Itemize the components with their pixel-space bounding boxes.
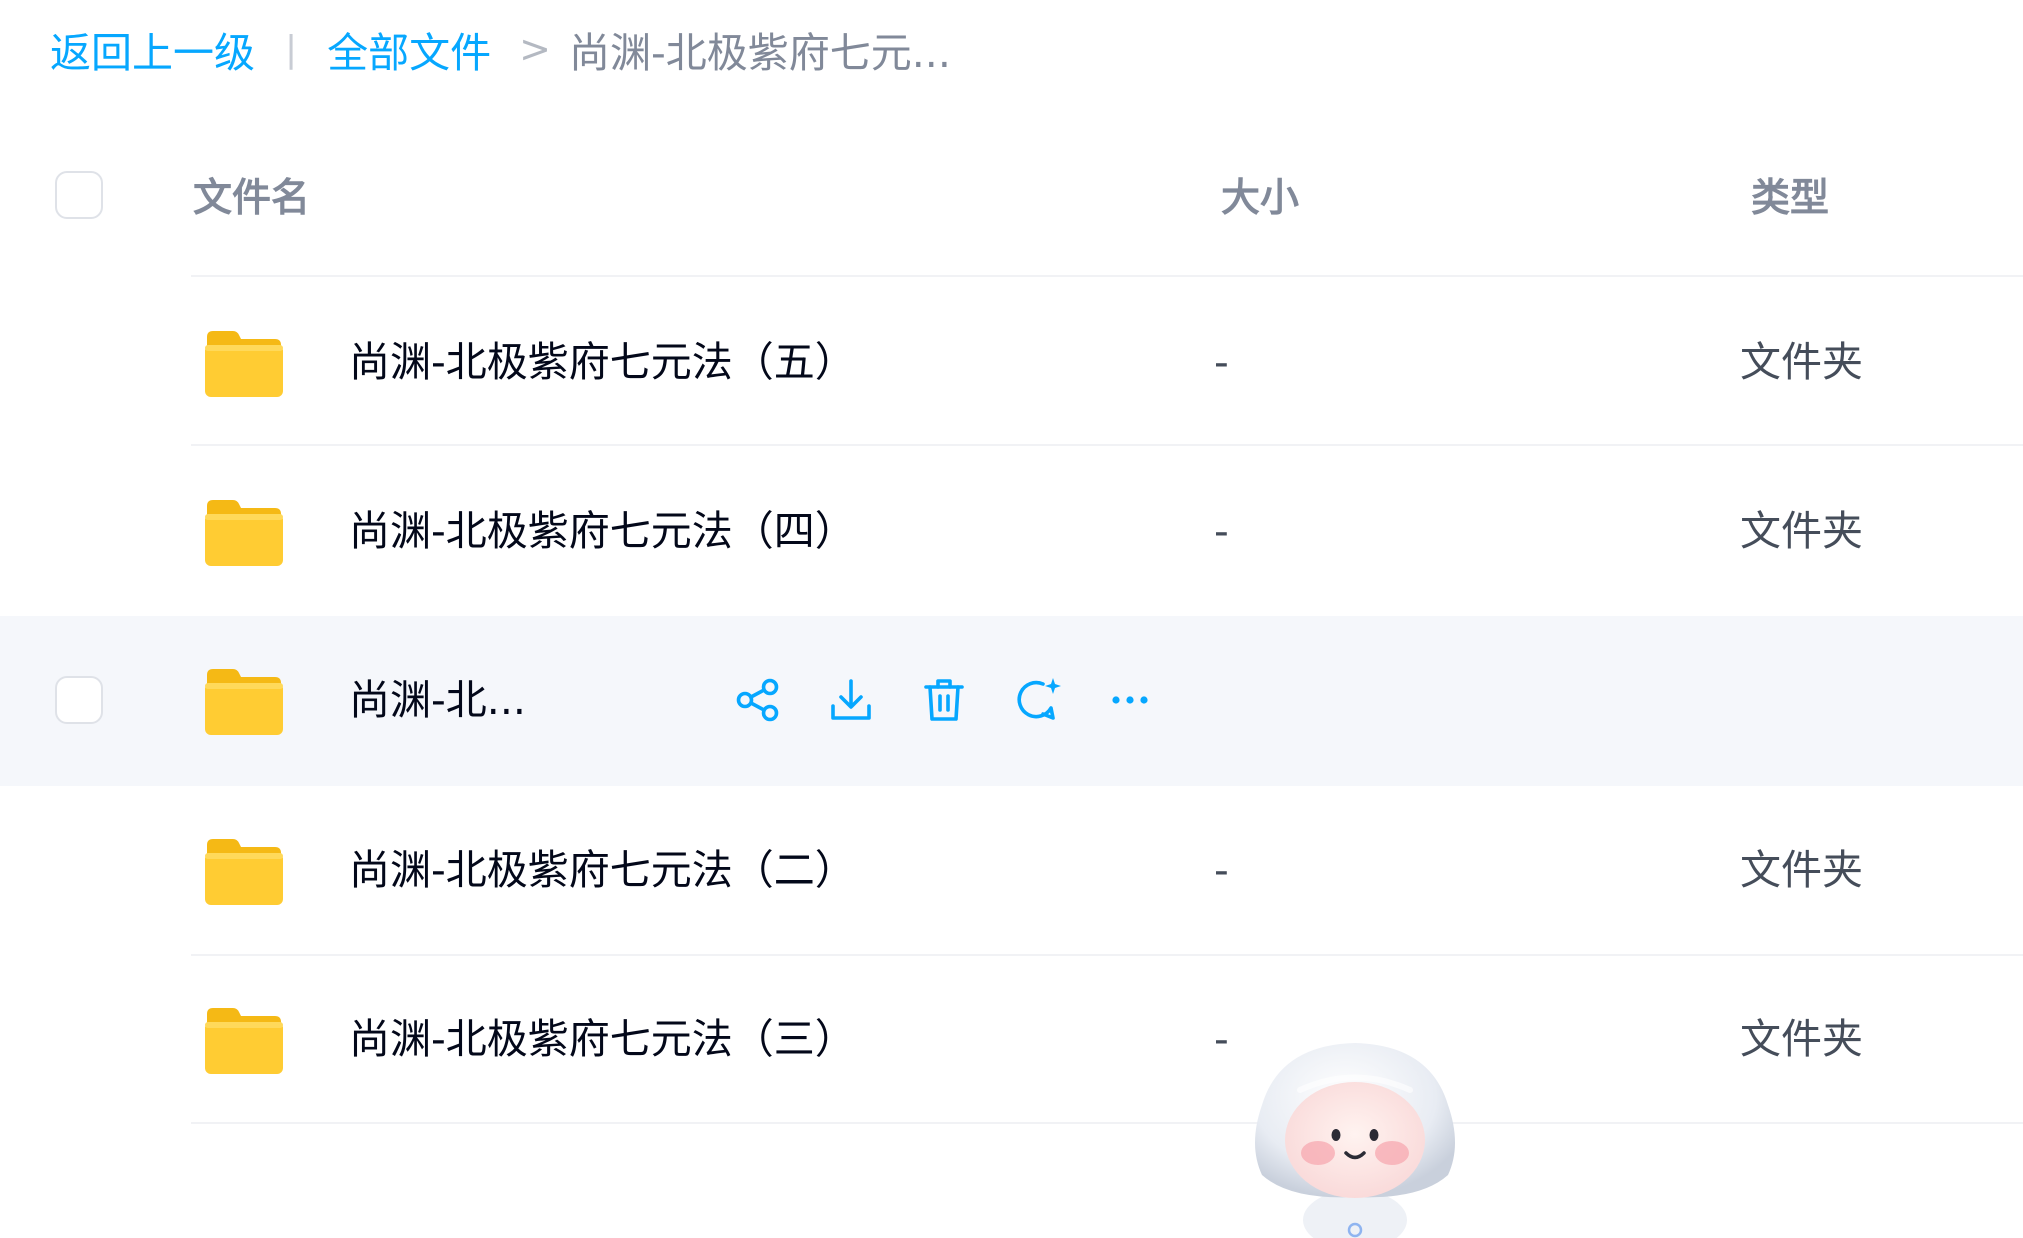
row-divider [191, 1122, 2023, 1124]
back-link[interactable]: 返回上一级 [50, 19, 255, 79]
folder-icon [205, 1008, 283, 1074]
row-checkbox[interactable] [55, 676, 103, 724]
breadcrumb-arrow: > [519, 27, 551, 71]
delete-icon [924, 679, 964, 721]
assistant-mascot-icon[interactable] [1240, 1025, 1470, 1238]
folder-icon [205, 500, 283, 566]
column-header-type[interactable]: 类型 [1751, 160, 1829, 230]
column-header-name[interactable]: 文件名 [193, 160, 310, 230]
file-name[interactable]: 尚渊-北极紫府七元法（五） [349, 328, 856, 396]
share-button[interactable] [730, 672, 786, 728]
delete-button[interactable] [916, 672, 972, 728]
table-row-hovered[interactable]: 尚渊-北... [0, 616, 2023, 786]
file-name[interactable]: 尚渊-北极紫府七元法（三） [349, 1005, 856, 1073]
folder-icon [205, 669, 283, 735]
more-button[interactable] [1102, 672, 1158, 728]
table-row[interactable]: 尚渊-北极紫府七元法（四） - 文件夹 [0, 447, 2023, 615]
table-row[interactable]: 尚渊-北极紫府七元法（二） - 文件夹 [0, 786, 2023, 954]
table-row[interactable]: 尚渊-北极紫府七元法（五） - 文件夹 [0, 278, 2023, 446]
table-row[interactable]: 尚渊-北极紫府七元法（三） - 文件夹 [0, 955, 2023, 1123]
file-size: - [1214, 507, 1229, 555]
more-icon [1112, 696, 1148, 704]
column-header-size[interactable]: 大小 [1221, 160, 1299, 230]
file-size: - [1214, 1015, 1229, 1063]
breadcrumb: 返回上一级 | 全部文件 > 尚渊-北极紫府七元... [50, 18, 951, 80]
select-all-checkbox[interactable] [55, 171, 103, 219]
file-type: 文件夹 [1740, 507, 1863, 555]
share-icon [736, 678, 779, 722]
file-size: - [1214, 338, 1229, 386]
file-name[interactable]: 尚渊-北极紫府七元法（四） [349, 497, 856, 565]
file-browser: 返回上一级 | 全部文件 > 尚渊-北极紫府七元... 文件名 大小 类型 尚渊… [0, 0, 2023, 1238]
folder-icon [205, 331, 283, 397]
file-name[interactable]: 尚渊-北极紫府七元法（二） [349, 836, 856, 904]
header-divider [191, 275, 2023, 277]
file-type: 文件夹 [1740, 1015, 1863, 1063]
all-files-link[interactable]: 全部文件 [327, 19, 491, 79]
breadcrumb-separator: | [285, 28, 298, 70]
ai-assistant-button[interactable] [1009, 672, 1065, 728]
current-folder-crumb: 尚渊-北极紫府七元... [568, 29, 951, 77]
folder-icon [205, 839, 283, 905]
file-type: 文件夹 [1740, 846, 1863, 894]
file-size: - [1214, 846, 1229, 894]
row-actions [730, 662, 1195, 738]
download-icon [831, 679, 871, 720]
row-divider [191, 444, 2023, 446]
file-name[interactable]: 尚渊-北... [349, 666, 526, 734]
file-type: 文件夹 [1740, 338, 1863, 386]
download-button[interactable] [823, 672, 879, 728]
ai-chat-icon [1017, 678, 1061, 720]
